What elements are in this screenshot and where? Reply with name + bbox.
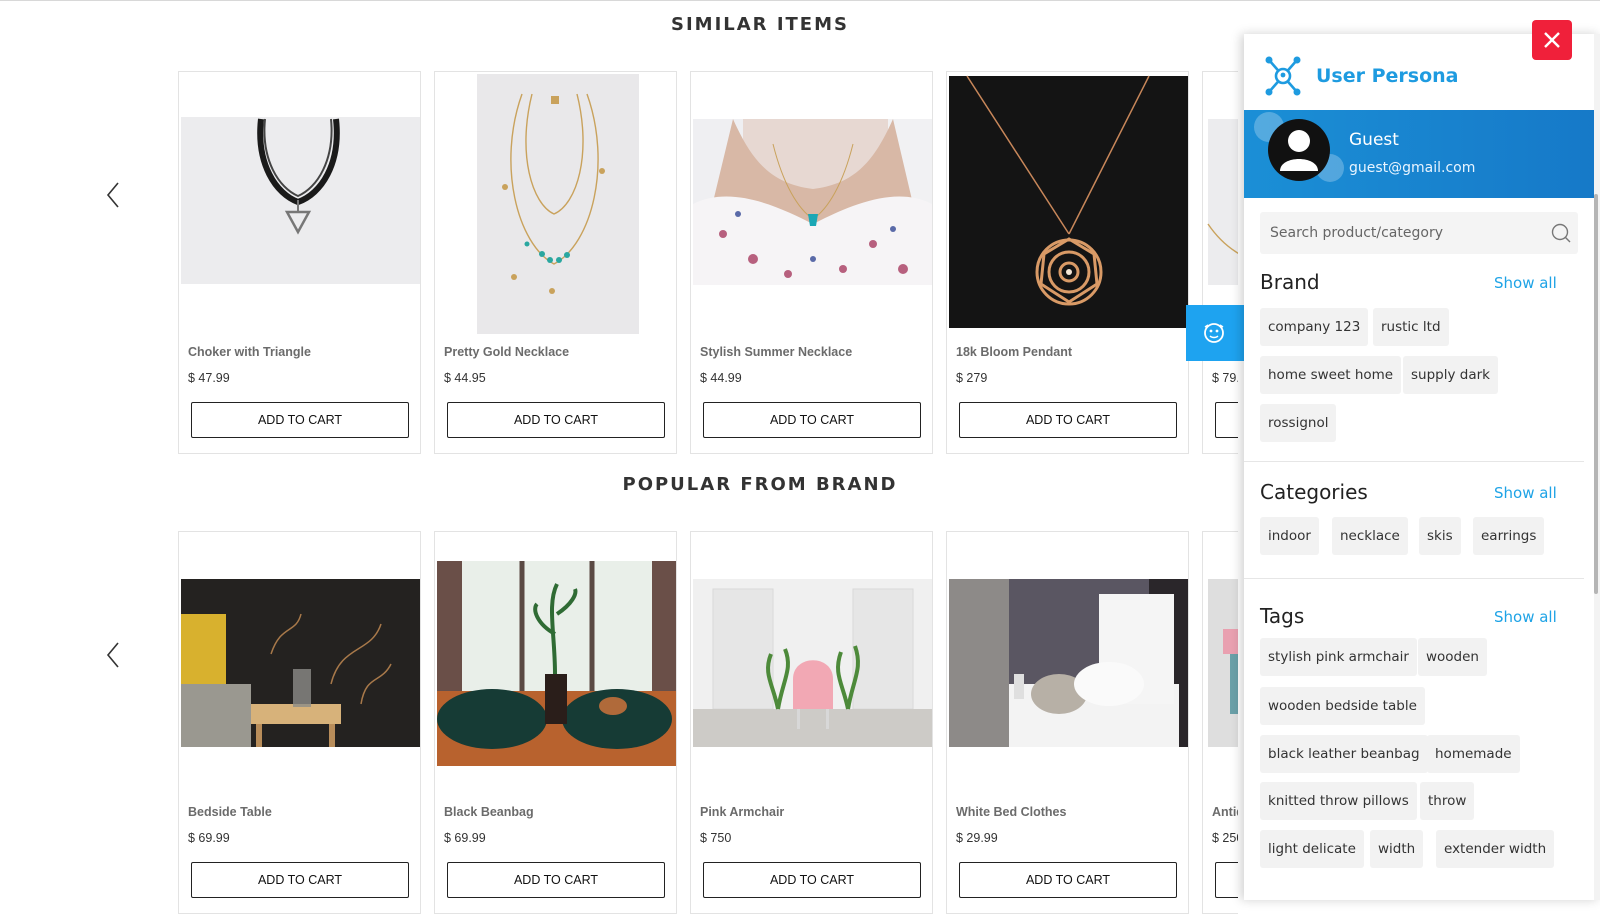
product-name[interactable]: Pretty Gold Necklace <box>444 345 569 359</box>
product-card[interactable]: Stylish Summer Necklace $ 44.99 ADD TO C… <box>690 71 933 454</box>
product-price: $ 69.99 <box>444 831 486 845</box>
product-price: $ 47.99 <box>188 371 230 385</box>
add-to-cart-button[interactable]: ADD TO CART <box>447 402 665 438</box>
add-to-cart-button[interactable]: ADD TO CART <box>959 862 1177 898</box>
product-name[interactable]: Bedside Table <box>188 805 272 819</box>
product-card[interactable]: Bedside Table $ 69.99 ADD TO CART <box>178 531 421 914</box>
product-image[interactable] <box>437 74 676 334</box>
product-card[interactable]: Pink Armchair $ 750 ADD TO CART <box>690 531 933 914</box>
product-image[interactable] <box>693 534 932 794</box>
product-price: $ 69.99 <box>188 831 230 845</box>
brand-chip[interactable]: home sweet home <box>1260 356 1402 394</box>
product-price: $ 29.99 <box>956 831 998 845</box>
brand-chip[interactable]: company 123 <box>1260 308 1369 346</box>
tag-chip[interactable]: wooden <box>1418 638 1487 676</box>
product-price: $ 750 <box>700 831 732 845</box>
product-card[interactable]: $ 79.9 <box>1202 71 1238 454</box>
tag-chip[interactable]: light delicate <box>1260 830 1364 868</box>
add-to-cart-button[interactable]: ADD TO CART <box>703 862 921 898</box>
product-image[interactable] <box>693 74 932 334</box>
tags-show-all-link[interactable]: Show all <box>1494 608 1557 626</box>
popular-items-carousel: Bedside Table $ 69.99 ADD TO CART Black … <box>178 531 1238 916</box>
product-price: $ 279 <box>956 371 988 385</box>
product-image[interactable] <box>181 74 420 334</box>
panel-title: User Persona <box>1316 65 1459 87</box>
add-to-cart-button[interactable] <box>1215 862 1238 898</box>
categories-show-all-link[interactable]: Show all <box>1494 484 1557 502</box>
tag-chip[interactable]: homemade <box>1427 735 1520 773</box>
product-name[interactable]: Pink Armchair <box>700 805 784 819</box>
product-card[interactable]: Antiq $ 250 <box>1202 531 1238 914</box>
product-price: $ 79.9 <box>1212 371 1238 385</box>
panel-scrollbar-thumb[interactable] <box>1594 194 1598 594</box>
brand-chip[interactable]: supply dark <box>1403 356 1498 394</box>
category-chip[interactable]: indoor <box>1260 517 1319 555</box>
similar-items-carousel: Choker with Triangle $ 47.99 ADD TO CART… <box>178 71 1238 456</box>
brand-show-all-link[interactable]: Show all <box>1494 274 1557 292</box>
category-chip[interactable]: necklace <box>1332 517 1408 555</box>
product-name[interactable]: White Bed Clothes <box>956 805 1066 819</box>
add-to-cart-button[interactable]: ADD TO CART <box>191 402 409 438</box>
product-name[interactable]: 18k Bloom Pendant <box>956 345 1072 359</box>
tag-chip[interactable]: width <box>1370 830 1424 868</box>
search-input[interactable] <box>1260 212 1578 254</box>
category-chip[interactable]: skis <box>1419 517 1461 555</box>
close-icon <box>1544 32 1560 48</box>
add-to-cart-button[interactable]: ADD TO CART <box>959 402 1177 438</box>
product-card[interactable]: Black Beanbag $ 69.99 ADD TO CART <box>434 531 677 914</box>
persona-toggle-button[interactable] <box>1186 305 1244 361</box>
product-image[interactable] <box>181 534 420 794</box>
persona-network-icon <box>1265 56 1301 96</box>
popular-prev-arrow-icon[interactable] <box>104 640 124 670</box>
brand-chip[interactable]: rustic ltd <box>1373 308 1449 346</box>
product-image[interactable] <box>949 74 1188 334</box>
section-divider <box>1244 578 1584 579</box>
product-card[interactable]: White Bed Clothes $ 29.99 ADD TO CART <box>946 531 1189 914</box>
section-divider <box>1244 461 1584 462</box>
product-image[interactable] <box>1205 534 1238 794</box>
tag-chip[interactable]: wooden bedside table <box>1260 687 1425 725</box>
tag-chip[interactable]: extender width <box>1436 830 1555 868</box>
persona-toggle-icon <box>1204 323 1224 343</box>
categories-heading: Categories <box>1260 480 1368 504</box>
tag-chip[interactable]: throw <box>1420 782 1475 820</box>
product-image[interactable] <box>437 534 676 794</box>
search-icon[interactable] <box>1550 222 1572 244</box>
top-divider <box>0 0 1600 1</box>
add-to-cart-button[interactable]: ADD TO CART <box>191 862 409 898</box>
tag-chip[interactable]: knitted throw pillows <box>1260 782 1417 820</box>
tags-heading: Tags <box>1260 604 1305 628</box>
add-to-cart-button[interactable]: ADD TO CART <box>703 402 921 438</box>
user-persona-panel: User Persona Guest guest@gmail.com Brand… <box>1244 34 1600 900</box>
avatar <box>1268 119 1330 181</box>
product-image[interactable] <box>1205 74 1238 334</box>
user-profile-band: Guest guest@gmail.com <box>1244 110 1596 198</box>
brand-chip[interactable]: rossignol <box>1260 404 1337 442</box>
product-name[interactable]: Stylish Summer Necklace <box>700 345 852 359</box>
user-email: guest@gmail.com <box>1349 160 1476 176</box>
add-to-cart-button[interactable] <box>1215 402 1238 438</box>
tag-chip[interactable]: black leather beanbag <box>1260 735 1428 773</box>
product-price: $ 250 <box>1212 831 1238 845</box>
product-price: $ 44.99 <box>700 371 742 385</box>
product-name[interactable]: Antiq <box>1212 805 1238 819</box>
brand-heading: Brand <box>1260 270 1320 294</box>
product-card[interactable]: Choker with Triangle $ 47.99 ADD TO CART <box>178 71 421 454</box>
category-chip[interactable]: earrings <box>1473 517 1545 555</box>
product-name[interactable]: Choker with Triangle <box>188 345 311 359</box>
product-image[interactable] <box>949 534 1188 794</box>
similar-prev-arrow-icon[interactable] <box>104 180 124 210</box>
close-persona-button[interactable] <box>1532 20 1572 60</box>
product-price: $ 44.95 <box>444 371 486 385</box>
similar-items-title: SIMILAR ITEMS <box>671 14 849 35</box>
user-name: Guest <box>1349 130 1399 150</box>
product-card[interactable]: Pretty Gold Necklace $ 44.95 ADD TO CART <box>434 71 677 454</box>
product-card[interactable]: 18k Bloom Pendant $ 279 ADD TO CART <box>946 71 1189 454</box>
tag-chip[interactable]: stylish pink armchair <box>1260 638 1417 676</box>
product-name[interactable]: Black Beanbag <box>444 805 534 819</box>
add-to-cart-button[interactable]: ADD TO CART <box>447 862 665 898</box>
